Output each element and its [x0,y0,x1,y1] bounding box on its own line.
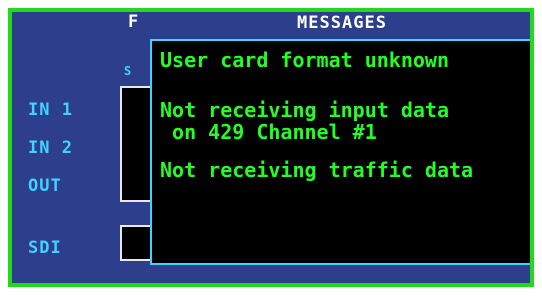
message-line: Not receiving traffic data [160,158,474,182]
message-line: Not receiving input data [160,98,449,122]
messages-window: User card format unknown Not receiving i… [150,39,530,265]
display-bezel: F S IN 1 IN 2 OUT SDI MESSAGES User card… [0,0,542,296]
messages-title: MESSAGES [297,13,387,33]
message-item: Not receiving traffic data [160,159,473,181]
row-label-sdi: SDI [28,238,62,258]
message-item: Not receiving input data on 429 Channel … [160,99,449,143]
row-label-out: OUT [28,176,62,196]
message-line: User card format unknown [160,48,449,72]
background-page-subtitle: S [124,64,132,78]
message-item: User card format unknown [160,49,449,71]
display-screen: F S IN 1 IN 2 OUT SDI MESSAGES User card… [8,8,534,287]
row-label-in1: IN 1 [28,100,73,120]
message-line: on 429 Channel #1 [160,120,377,144]
background-page-title: F [128,12,139,32]
row-label-in2: IN 2 [28,138,73,158]
